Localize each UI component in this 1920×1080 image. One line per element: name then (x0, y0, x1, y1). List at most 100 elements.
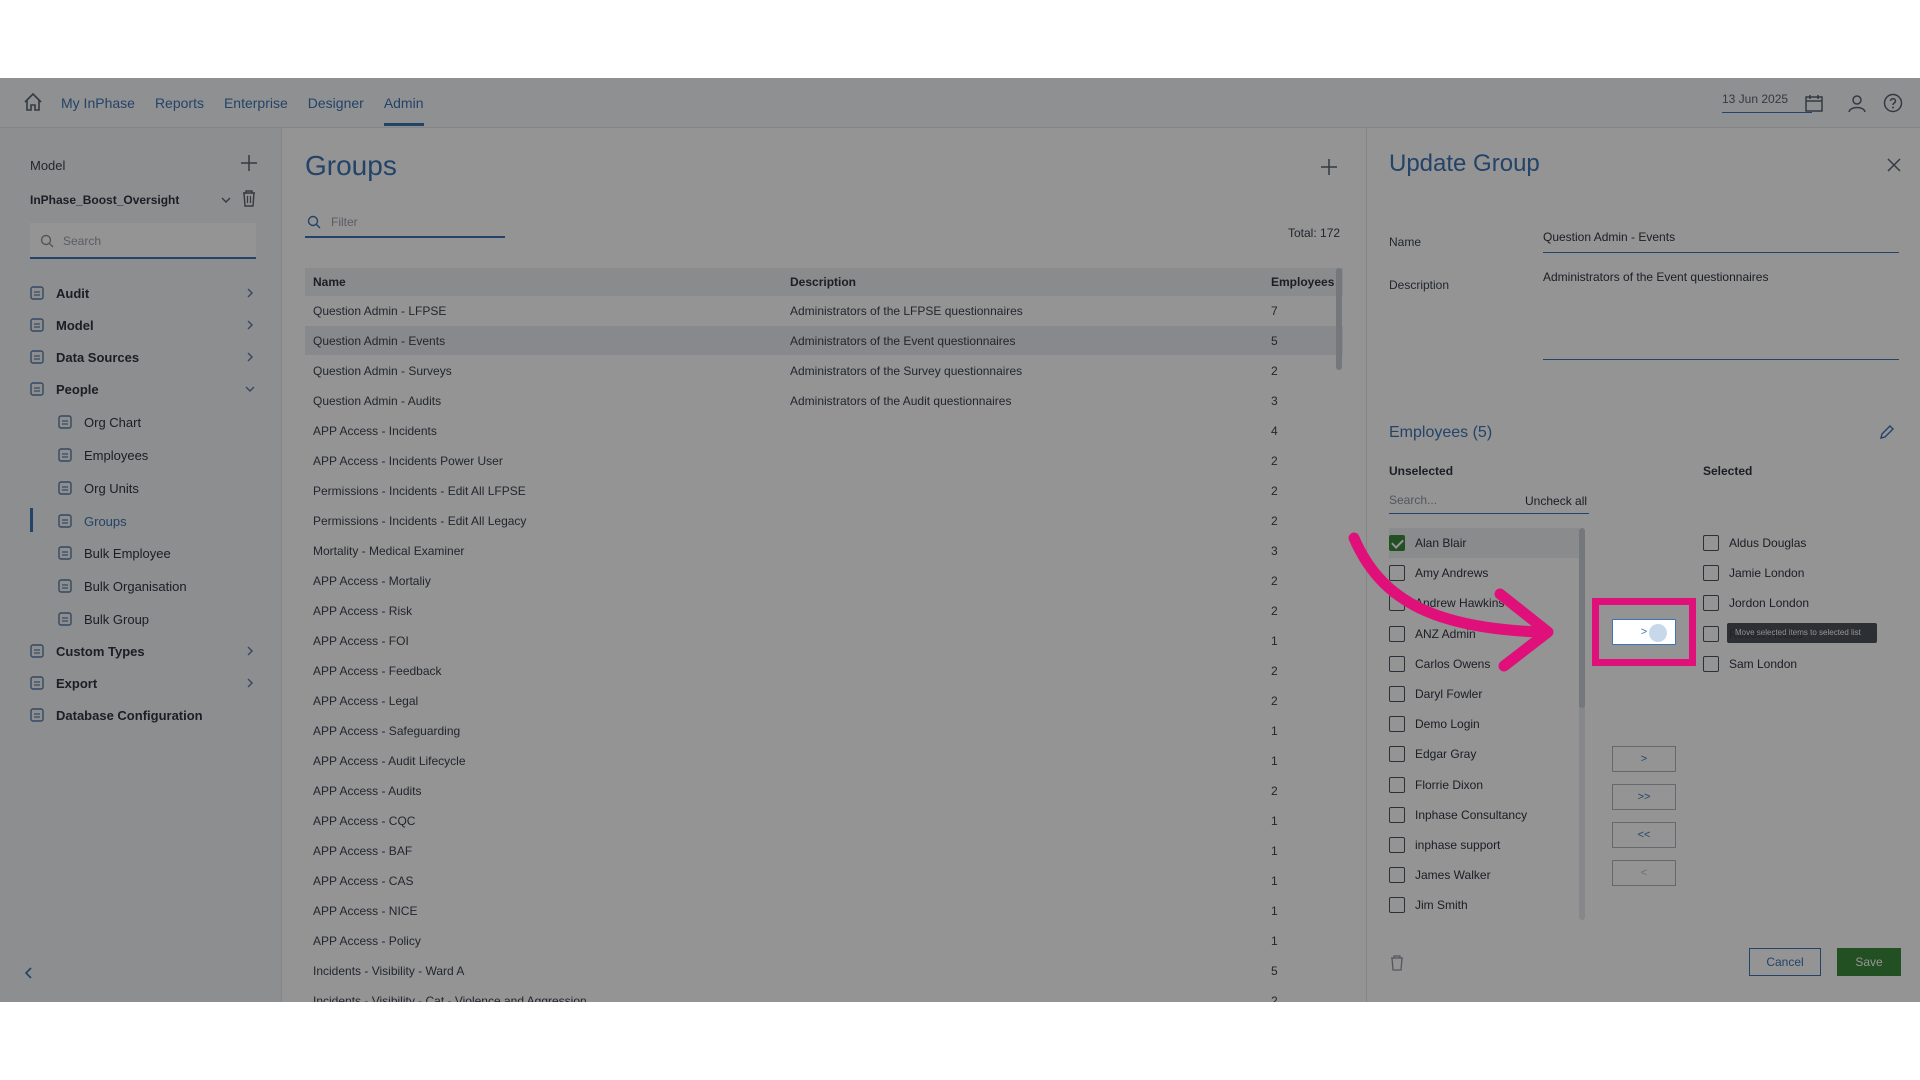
sidebar-item-export[interactable]: Export (0, 668, 282, 698)
column-header-description[interactable]: Description (790, 275, 856, 289)
filter-input[interactable]: Filter (305, 206, 505, 238)
table-row[interactable]: APP Access - Mortaliy 2 (305, 566, 1343, 596)
trash-icon[interactable] (240, 188, 258, 208)
checkbox[interactable] (1389, 806, 1405, 823)
sidebar-item-bulk-employee[interactable]: Bulk Employee (0, 538, 282, 568)
sidebar-item-database-configuration[interactable]: Database Configuration (0, 700, 282, 730)
table-row[interactable]: Question Admin - Surveys Administrators o… (305, 356, 1343, 386)
list-item[interactable]: Daryl Fowler (1389, 679, 1579, 709)
chevron-right-icon[interactable] (244, 319, 256, 331)
chevron-right-icon[interactable] (244, 645, 256, 657)
date-picker[interactable]: 13 Jun 2025 (1722, 88, 1812, 113)
table-row[interactable]: Incidents - Visibility - Ward A 5 (305, 956, 1343, 986)
nav-designer[interactable]: Designer (308, 78, 364, 128)
model-select[interactable]: InPhase_Boost_Oversight (30, 193, 179, 207)
checkbox[interactable] (1389, 776, 1405, 793)
checkbox[interactable] (1389, 686, 1405, 702)
add-group-icon[interactable] (1318, 156, 1340, 178)
sidebar-item-groups[interactable]: Groups (0, 506, 282, 536)
table-row[interactable]: APP Access - Incidents Power User 2 (305, 446, 1343, 476)
table-row[interactable]: APP Access - Legal 2 (305, 686, 1343, 716)
nav-admin[interactable]: Admin (383, 78, 424, 128)
list-item[interactable]: Jordon London (1703, 588, 1893, 618)
add-model-icon[interactable] (238, 152, 260, 174)
user-icon[interactable] (1846, 92, 1868, 114)
name-field[interactable]: Question Admin - Events (1543, 225, 1899, 253)
table-row[interactable]: APP Access - Audit Lifecycle 1 (305, 746, 1343, 776)
checkbox[interactable] (1389, 837, 1405, 853)
employee-search-input[interactable]: Search... Uncheck all (1389, 486, 1589, 514)
help-icon[interactable] (1882, 92, 1904, 114)
unselected-scrollbar[interactable] (1579, 528, 1585, 708)
nav-my-inphase[interactable]: My InPhase (61, 78, 135, 128)
nav-reports[interactable]: Reports (155, 78, 204, 128)
sidebar-item-org-chart[interactable]: Org Chart (0, 407, 282, 437)
save-button[interactable]: Save (1837, 948, 1901, 976)
table-row[interactable]: Question Admin - Events Administrators of… (305, 326, 1343, 356)
checkbox[interactable] (1703, 565, 1719, 582)
checkbox[interactable] (1389, 746, 1405, 763)
move-selected-left-button[interactable]: < (1612, 860, 1676, 886)
column-header-name[interactable]: Name (313, 275, 346, 289)
table-row[interactable]: APP Access - Incidents 4 (305, 416, 1343, 446)
delete-group-icon[interactable] (1389, 954, 1405, 972)
close-icon[interactable] (1885, 156, 1903, 174)
sidebar-item-employees[interactable]: Employees (0, 440, 282, 470)
list-item[interactable]: Jim Smith (1389, 890, 1579, 920)
table-row[interactable]: APP Access - CQC 1 (305, 806, 1343, 836)
table-row[interactable]: APP Access - Audits 2 (305, 776, 1343, 806)
list-item[interactable]: Aldus Douglas (1703, 528, 1893, 558)
sidebar-item-audit[interactable]: Audit (0, 278, 282, 308)
checkbox[interactable] (1703, 625, 1719, 642)
table-row[interactable]: APP Access - CAS 1 (305, 866, 1343, 896)
list-item[interactable]: Edgar Gray (1389, 739, 1579, 769)
column-header-employees[interactable]: Employees (1271, 275, 1334, 289)
table-row[interactable]: Question Admin - Audits Administrators of… (305, 386, 1343, 416)
checkbox[interactable] (1703, 595, 1719, 612)
table-row[interactable]: APP Access - Risk 2 (305, 596, 1343, 626)
table-row[interactable]: APP Access - FOI 1 (305, 626, 1343, 656)
calendar-icon[interactable] (1803, 92, 1825, 114)
sidebar-item-custom-types[interactable]: Custom Types (0, 636, 282, 666)
checkbox[interactable] (1703, 655, 1719, 672)
checkbox[interactable] (1389, 716, 1405, 733)
checkbox[interactable] (1389, 867, 1405, 884)
move-all-left-button[interactable]: << (1612, 822, 1676, 848)
list-item[interactable]: Florrie Dixon (1389, 770, 1579, 800)
table-row[interactable]: Permissions - Incidents - Edit All LFPSE… (305, 476, 1343, 506)
table-row[interactable]: Permissions - Incidents - Edit All Legac… (305, 506, 1343, 536)
list-item[interactable]: Jamie London (1703, 558, 1893, 588)
checkbox[interactable] (1703, 535, 1719, 551)
sidebar-item-model[interactable]: Model (0, 310, 282, 340)
table-scrollbar[interactable] (1336, 268, 1342, 370)
table-row[interactable]: Mortality - Medical Examiner 3 (305, 536, 1343, 566)
uncheck-all-link[interactable]: Uncheck all (1525, 494, 1587, 508)
chevron-right-icon[interactable] (244, 677, 256, 689)
checkbox[interactable] (1389, 897, 1405, 914)
move-selected-right-button[interactable]: > (1612, 746, 1676, 772)
table-row[interactable]: Incidents - Visibility - Cat - Violence … (305, 986, 1343, 1002)
nav-enterprise[interactable]: Enterprise (224, 78, 288, 128)
list-item[interactable]: Sam London (1703, 649, 1893, 679)
chevron-down-icon[interactable] (244, 383, 256, 395)
list-item[interactable]: inphase support (1389, 830, 1579, 860)
list-item[interactable]: Inphase Consultancy (1389, 800, 1579, 830)
sidebar-item-data-sources[interactable]: Data Sources (0, 342, 282, 372)
sidebar-item-bulk-group[interactable]: Bulk Group (0, 604, 282, 634)
cancel-button[interactable]: Cancel (1749, 948, 1821, 976)
home-icon[interactable] (22, 91, 44, 113)
list-item[interactable]: James Walker (1389, 860, 1579, 890)
chevron-down-icon[interactable] (220, 194, 232, 206)
table-row[interactable]: APP Access - Policy 1 (305, 926, 1343, 956)
collapse-sidebar-icon[interactable] (22, 966, 36, 980)
table-row[interactable]: APP Access - NICE 1 (305, 896, 1343, 926)
sidebar-item-bulk-organisation[interactable]: Bulk Organisation (0, 571, 282, 601)
sidebar-search-input[interactable]: Search (30, 223, 256, 259)
move-all-right-button[interactable]: >> (1612, 784, 1676, 810)
chevron-right-icon[interactable] (244, 287, 256, 299)
description-field[interactable]: Administrators of the Event questionnair… (1543, 264, 1899, 360)
table-row[interactable]: Question Admin - LFPSE Administrators of … (305, 296, 1343, 326)
table-row[interactable]: APP Access - Feedback 2 (305, 656, 1343, 686)
chevron-right-icon[interactable] (244, 351, 256, 363)
table-row[interactable]: APP Access - BAF 1 (305, 836, 1343, 866)
